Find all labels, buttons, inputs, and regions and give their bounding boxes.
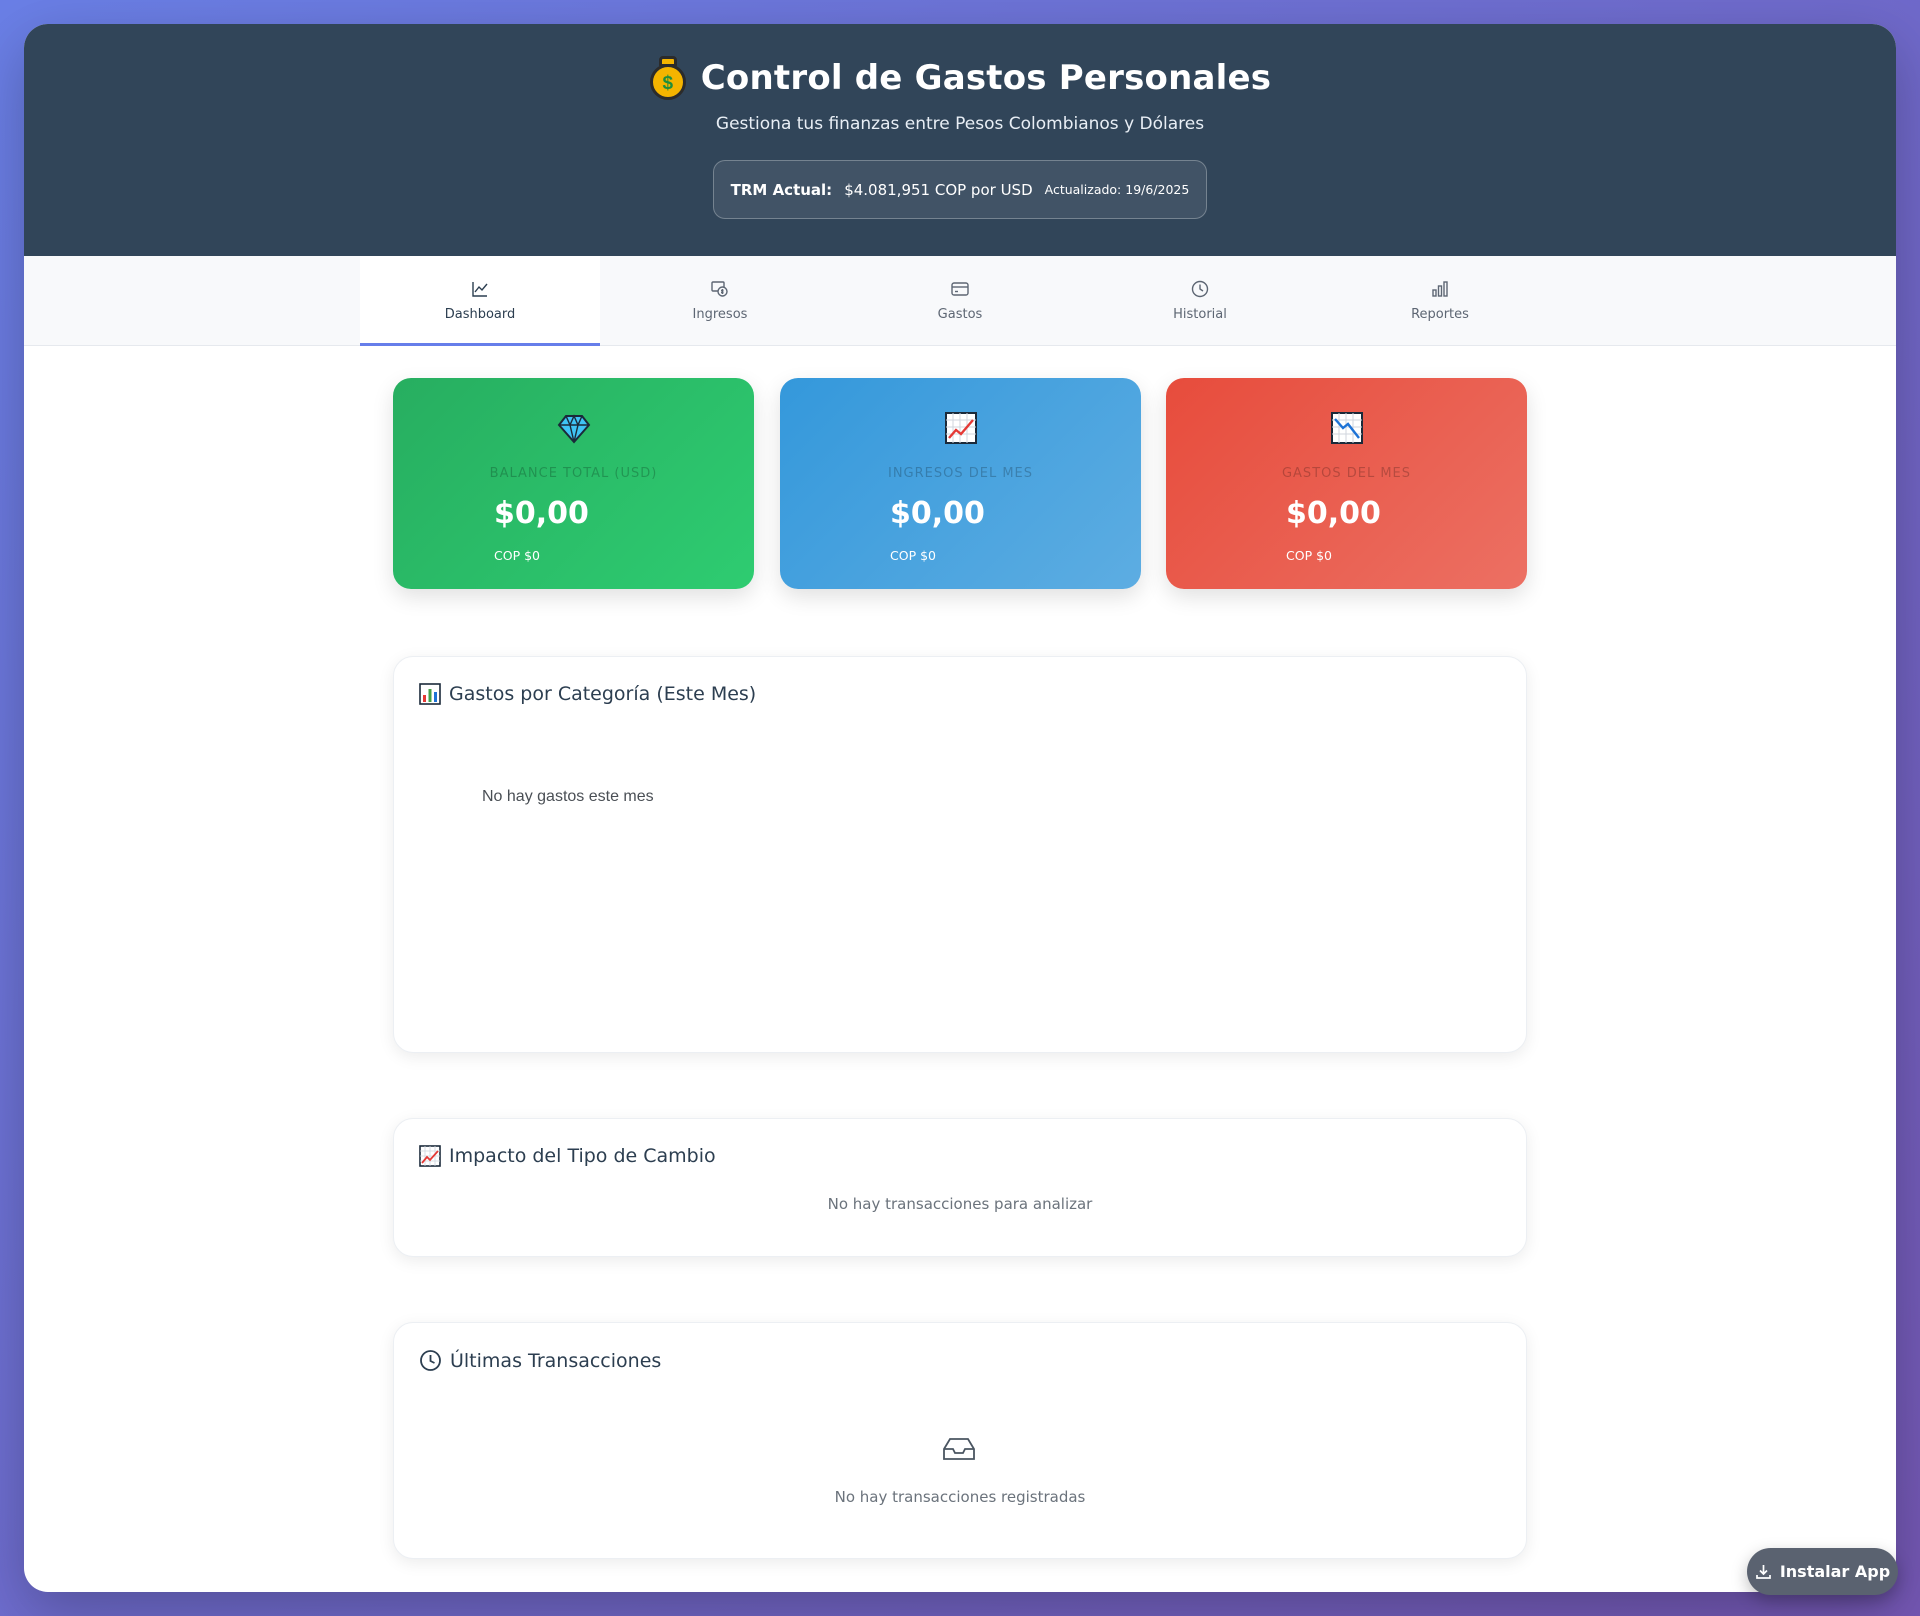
tab-gastos[interactable]: Gastos — [840, 256, 1080, 345]
balance-cop: COP $0 — [494, 548, 540, 563]
empty-state-text: No hay transacciones para analizar — [827, 1195, 1093, 1213]
app-window: $ Control de Gastos Personales Gestiona … — [24, 24, 1896, 1592]
tab-reportes[interactable]: Reportes — [1320, 256, 1560, 345]
expense-label: GASTOS DEL MES — [1281, 466, 1412, 481]
dashboard-content: BALANCE TOTAL (USD) $0,00 COP $0 INGRESO… — [24, 346, 1896, 1592]
install-label: Instalar App — [1779, 1562, 1891, 1581]
panel-title: Gastos por Categoría (Este Mes) — [449, 683, 757, 705]
balance-label: BALANCE TOTAL (USD) — [489, 466, 658, 481]
trm-box: TRM Actual: $4.081,951 COP por USD Actua… — [712, 160, 1208, 219]
inbox-icon — [943, 1438, 975, 1460]
bar-chart-icon — [419, 683, 441, 705]
income-card: INGRESOS DEL MES $0,00 COP $0 — [780, 378, 1141, 589]
expense-cop: COP $0 — [1286, 548, 1332, 563]
download-icon — [1755, 1565, 1771, 1579]
exchange-impact-panel: Impacto del Tipo de Cambio No hay transa… — [393, 1118, 1527, 1257]
empty-state-text: No hay transacciones registradas — [834, 1488, 1086, 1506]
bar-chart-icon — [1432, 281, 1448, 297]
tab-label: Dashboard — [444, 307, 516, 322]
transactions-panel: Últimas Transacciones No hay transaccion… — [393, 1322, 1527, 1559]
income-label: INGRESOS DEL MES — [887, 466, 1034, 481]
panel-title: Impacto del Tipo de Cambio — [449, 1145, 716, 1167]
chart-increasing-icon — [944, 412, 977, 444]
tab-ingresos[interactable]: Ingresos — [600, 256, 840, 345]
credit-card-icon — [951, 282, 969, 296]
chart-decreasing-icon — [1330, 412, 1363, 444]
trm-updated: Actualizado: 19/6/2025 — [1044, 182, 1190, 197]
page-title: Control de Gastos Personales — [700, 58, 1272, 98]
income-cop: COP $0 — [890, 548, 936, 563]
gem-icon — [557, 414, 590, 444]
trm-label: TRM Actual: — [730, 180, 833, 199]
expense-card: GASTOS DEL MES $0,00 COP $0 — [1166, 378, 1527, 589]
tab-bar: Dashboard Ingresos Gastos Historial Repo… — [24, 256, 1896, 346]
income-amount: $0,00 — [890, 496, 985, 531]
trm-value: $4.081,951 COP por USD — [844, 180, 1033, 199]
money-bag-icon: $ — [649, 56, 687, 100]
tab-label: Historial — [1173, 307, 1227, 322]
balance-amount: $0,00 — [494, 496, 589, 531]
clock-icon — [420, 1350, 441, 1371]
install-app-button[interactable]: Instalar App — [1747, 1548, 1898, 1595]
empty-state-text: No hay gastos este mes — [482, 788, 654, 805]
expense-amount: $0,00 — [1286, 496, 1381, 531]
title-row: $ Control de Gastos Personales — [649, 56, 1271, 100]
tab-historial[interactable]: Historial — [1080, 256, 1320, 345]
tab-dashboard[interactable]: Dashboard — [360, 256, 600, 346]
clock-icon — [1191, 280, 1209, 298]
panel-title: Últimas Transacciones — [450, 1349, 662, 1372]
balance-card: BALANCE TOTAL (USD) $0,00 COP $0 — [393, 378, 754, 589]
tab-label: Ingresos — [692, 307, 748, 322]
tab-label: Reportes — [1411, 307, 1469, 322]
money-exchange-icon — [711, 281, 728, 297]
chart-increasing-icon — [419, 1145, 441, 1167]
app-header: $ Control de Gastos Personales Gestiona … — [24, 24, 1896, 256]
chart-line-icon — [472, 282, 488, 297]
tab-label: Gastos — [937, 307, 983, 322]
categories-panel: Gastos por Categoría (Este Mes) No hay g… — [393, 656, 1527, 1053]
page-subtitle: Gestiona tus finanzas entre Pesos Colomb… — [715, 114, 1205, 134]
